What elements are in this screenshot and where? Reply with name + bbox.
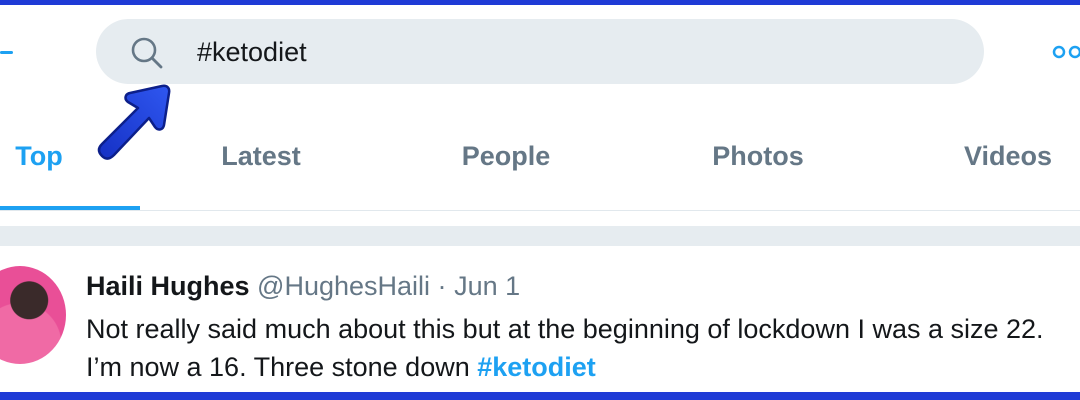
search-icon: [131, 37, 163, 69]
hashtag-link[interactable]: #ketodiet: [477, 352, 596, 382]
tab-photos[interactable]: Photos: [688, 134, 828, 178]
section-gap: [0, 226, 1080, 246]
tab-top[interactable]: Top: [8, 134, 70, 178]
annotation-arrow-icon: [97, 84, 171, 160]
more-options-icon[interactable]: [1050, 41, 1080, 63]
tab-latest[interactable]: Latest: [196, 134, 326, 178]
search-query[interactable]: #ketodiet: [197, 36, 307, 68]
frame-top-border: [0, 0, 1080, 5]
tabs-divider: [0, 210, 1080, 211]
user-handle[interactable]: @HughesHaili: [257, 271, 430, 301]
frame-bottom-border: [0, 392, 1080, 400]
back-arrow-icon[interactable]: [0, 40, 14, 64]
search-input[interactable]: #ketodiet: [96, 19, 984, 84]
tab-people[interactable]: People: [438, 134, 574, 178]
tweet-header: Haili Hughes @HughesHaili · Jun 1: [86, 268, 520, 304]
header-separator: ·: [437, 271, 447, 301]
tweet-date[interactable]: Jun 1: [454, 271, 520, 301]
display-name[interactable]: Haili Hughes: [86, 271, 250, 301]
avatar[interactable]: [0, 266, 66, 364]
tweet-text: Not really said much about this but at t…: [86, 310, 1076, 386]
tab-videos[interactable]: Videos: [943, 134, 1073, 178]
